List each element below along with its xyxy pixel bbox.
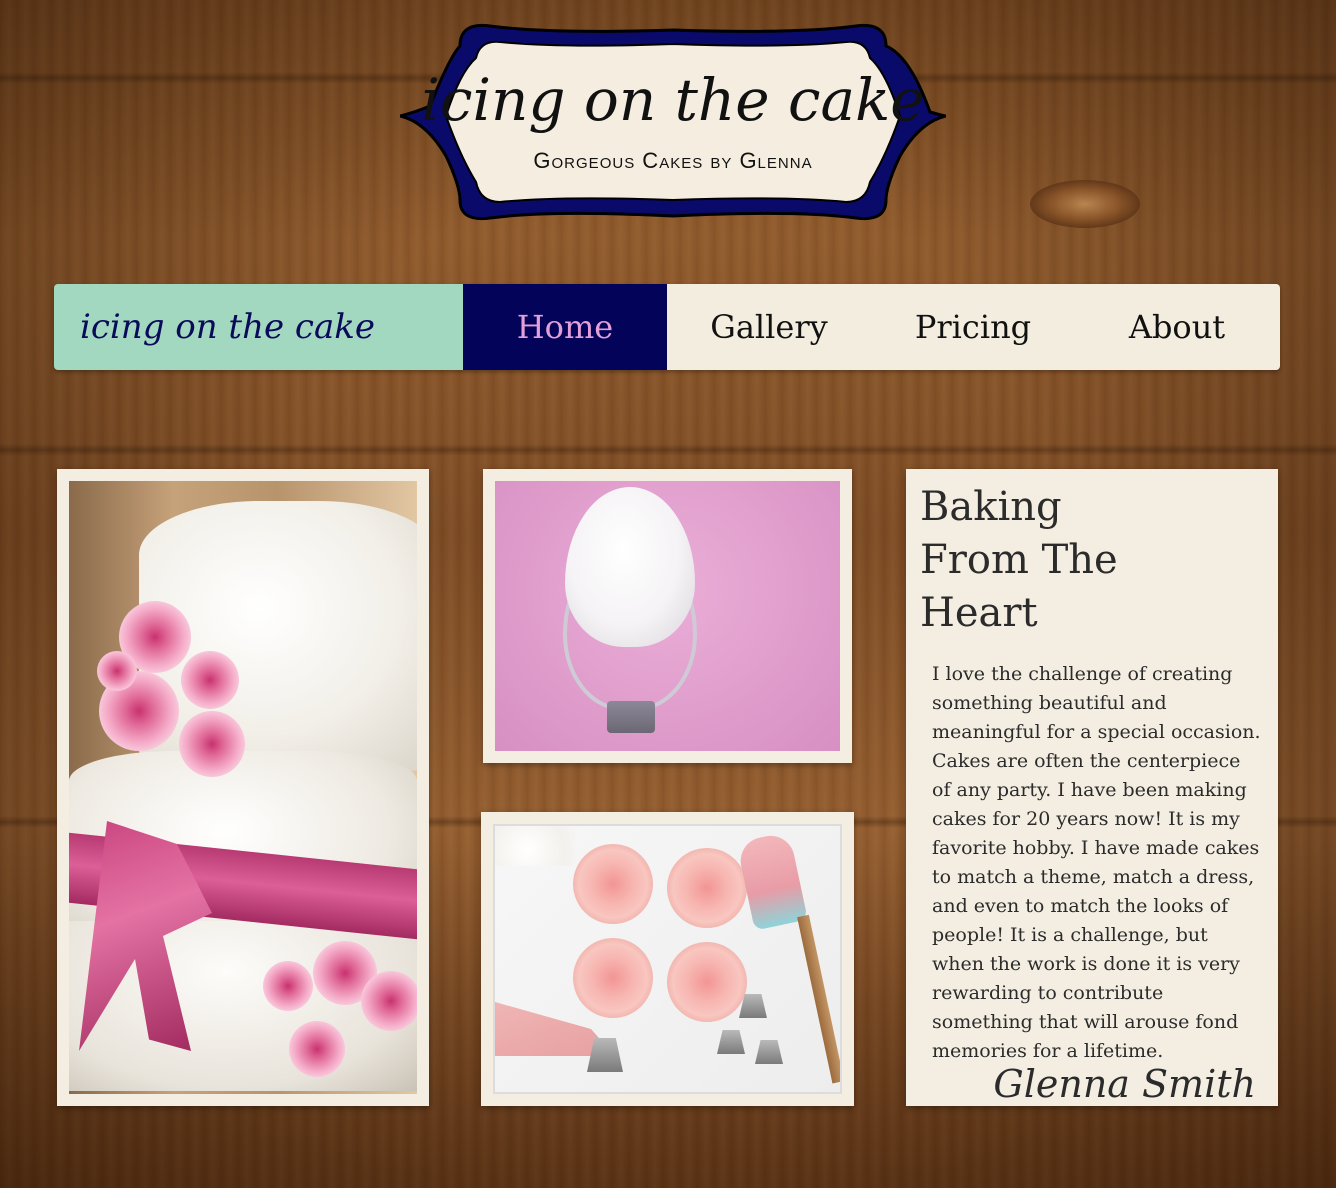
nav-pricing[interactable]: Pricing [871,284,1075,370]
site-logo[interactable]: icing on the cake Gorgeous Cakes by Glen… [400,16,946,230]
signature: Glenna Smith [993,1062,1256,1106]
nav-gallery[interactable]: Gallery [667,284,871,370]
panel-body: I love the challenge of creating somethi… [932,663,1261,1062]
spatula [736,831,808,931]
whisk-base [607,701,655,733]
sugar-rose [179,711,245,777]
wood-knot [1030,180,1140,228]
meringue [565,487,695,647]
sugar-rose [97,651,137,691]
cupcake [667,942,747,1022]
white-flower [495,826,575,866]
panel-heading: Baking From The Heart [920,484,1118,636]
nav-brand[interactable]: icing on the cake [54,284,463,370]
wedding-cake-photo [69,481,417,1094]
piping-tip [717,1030,745,1054]
cupcake [573,938,653,1018]
main-nav: icing on the cake Home Gallery Pricing A… [54,284,1280,370]
piping-tip [755,1040,783,1064]
logo-title: icing on the cake [421,66,925,134]
nav-items: Home Gallery Pricing About [463,284,1280,370]
wedding-cake-frame [57,469,429,1106]
nav-home[interactable]: Home [463,284,667,370]
cupcake [667,848,747,928]
cupcakes-frame [481,812,854,1106]
sugar-rose [181,651,239,709]
whisk-frame [483,469,852,763]
sugar-rose [263,961,313,1011]
sugar-rose [289,1021,345,1077]
logo-subtitle: Gorgeous Cakes by Glenna [533,148,813,173]
about-panel: Baking From The Heart I love the challen… [906,469,1278,1106]
cupcakes-photo [493,824,842,1094]
cupcake [573,844,653,924]
meringue-whisk-photo [495,481,840,751]
sugar-rose [361,971,417,1031]
nav-about[interactable]: About [1075,284,1279,370]
spatula-handle [797,914,840,1084]
